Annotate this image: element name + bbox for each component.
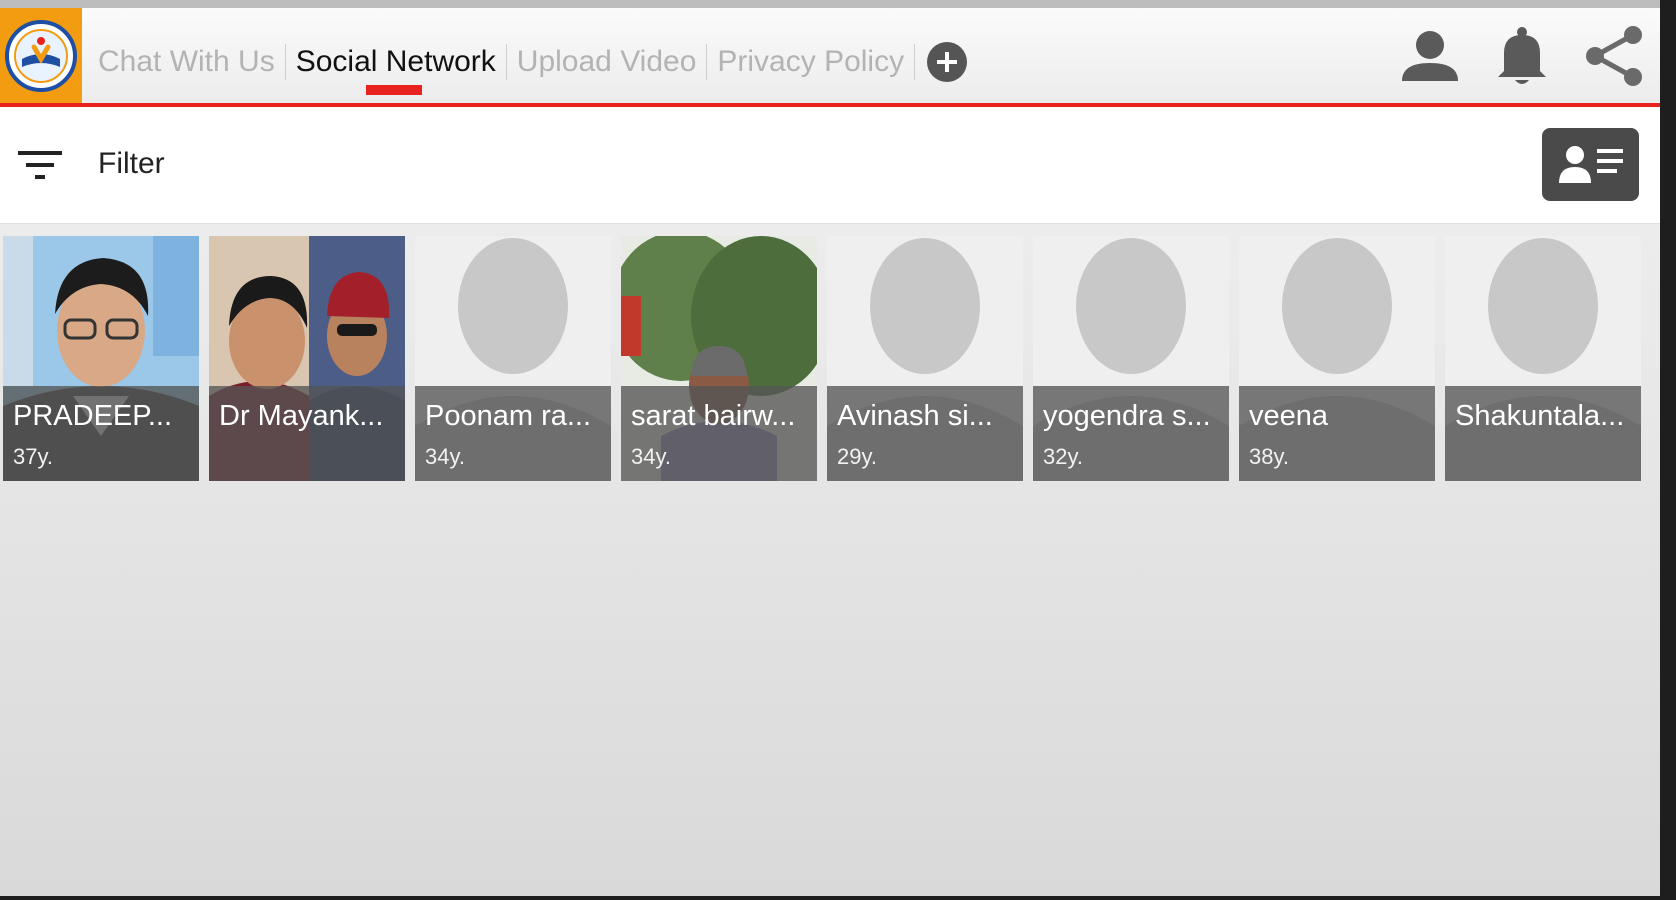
share-icon [1586, 25, 1642, 86]
plus-circle-icon [937, 51, 958, 72]
window-edge [1660, 0, 1676, 900]
profile-caption: sarat bairw... 34y. [621, 386, 817, 481]
profile-button[interactable] [1384, 8, 1476, 103]
profile-name: PRADEEP... [13, 400, 173, 432]
card-view-button[interactable] [1542, 128, 1639, 201]
tab-label: Upload Video [516, 44, 697, 78]
profile-name: sarat bairw... [631, 400, 796, 432]
filter-label[interactable]: Filter [98, 147, 165, 181]
person-icon [1402, 30, 1458, 81]
app-bar: Chat With Us Social Network Upload Video… [0, 8, 1660, 107]
profile-card[interactable]: veena 38y. [1239, 236, 1435, 481]
profile-caption: Dr Mayank... [209, 386, 405, 481]
tab-label: Social Network [295, 44, 496, 78]
profile-age: 37y. [13, 444, 53, 469]
tab-upload-video[interactable]: Upload Video [507, 8, 707, 103]
tab-label: Privacy Policy [717, 44, 905, 78]
contact-card-icon [1558, 145, 1623, 183]
profile-age: 32y. [1043, 444, 1083, 469]
profile-caption: PRADEEP... 37y. [3, 386, 199, 481]
profile-card[interactable]: Dr Mayank... [209, 236, 405, 481]
profile-age: 34y. [425, 444, 465, 469]
tab-divider [914, 43, 916, 80]
profile-name: Avinash si... [837, 400, 993, 432]
notifications-button[interactable] [1476, 8, 1568, 103]
tab-privacy-policy[interactable]: Privacy Policy [707, 8, 914, 103]
app-logo[interactable] [0, 8, 82, 103]
profile-card[interactable]: PRADEEP... 37y. [3, 236, 199, 481]
window-edge [0, 896, 1676, 900]
profile-name: yogendra s... [1043, 400, 1211, 432]
bell-icon [1498, 26, 1546, 84]
profile-name: Dr Mayank... [219, 400, 384, 432]
status-strip [0, 0, 1660, 8]
filter-bar: Filter [0, 107, 1660, 224]
profile-age: 38y. [1249, 444, 1289, 469]
profile-age: 34y. [631, 444, 671, 469]
profile-caption: yogendra s... 32y. [1033, 386, 1229, 481]
profile-caption: Avinash si... 29y. [827, 386, 1023, 481]
profile-age: 29y. [837, 444, 877, 469]
profile-grid: PRADEEP... 37y. Dr Mayank... Poonam ra..… [3, 236, 1641, 481]
share-button[interactable] [1568, 8, 1660, 103]
profile-name: Shakuntala... [1455, 400, 1625, 432]
tab-chat-with-us[interactable]: Chat With Us [88, 8, 285, 103]
profile-card[interactable]: yogendra s... 32y. [1033, 236, 1229, 481]
profile-card[interactable]: Avinash si... 29y. [827, 236, 1023, 481]
profile-caption: veena 38y. [1239, 386, 1435, 481]
profile-caption: Poonam ra... 34y. [415, 386, 611, 481]
logo-emblem-icon [5, 19, 77, 92]
tab-social-network[interactable]: Social Network [286, 8, 506, 103]
profile-name: veena [1249, 400, 1329, 432]
profile-caption: Shakuntala... [1445, 386, 1641, 481]
profile-card[interactable]: Shakuntala... [1445, 236, 1641, 481]
profile-name: Poonam ra... [425, 400, 592, 432]
tab-label: Chat With Us [98, 44, 275, 78]
profile-card[interactable]: sarat bairw... 34y. [621, 236, 817, 481]
profile-card[interactable]: Poonam ra... 34y. [415, 236, 611, 481]
active-tab-indicator [365, 85, 422, 95]
tab-bar: Chat With Us Social Network Upload Video… [88, 8, 968, 103]
filter-icon[interactable] [16, 145, 64, 185]
app-bar-actions [1384, 8, 1660, 103]
add-tab-button[interactable] [927, 41, 968, 82]
app-screen: Chat With Us Social Network Upload Video… [0, 0, 1660, 896]
